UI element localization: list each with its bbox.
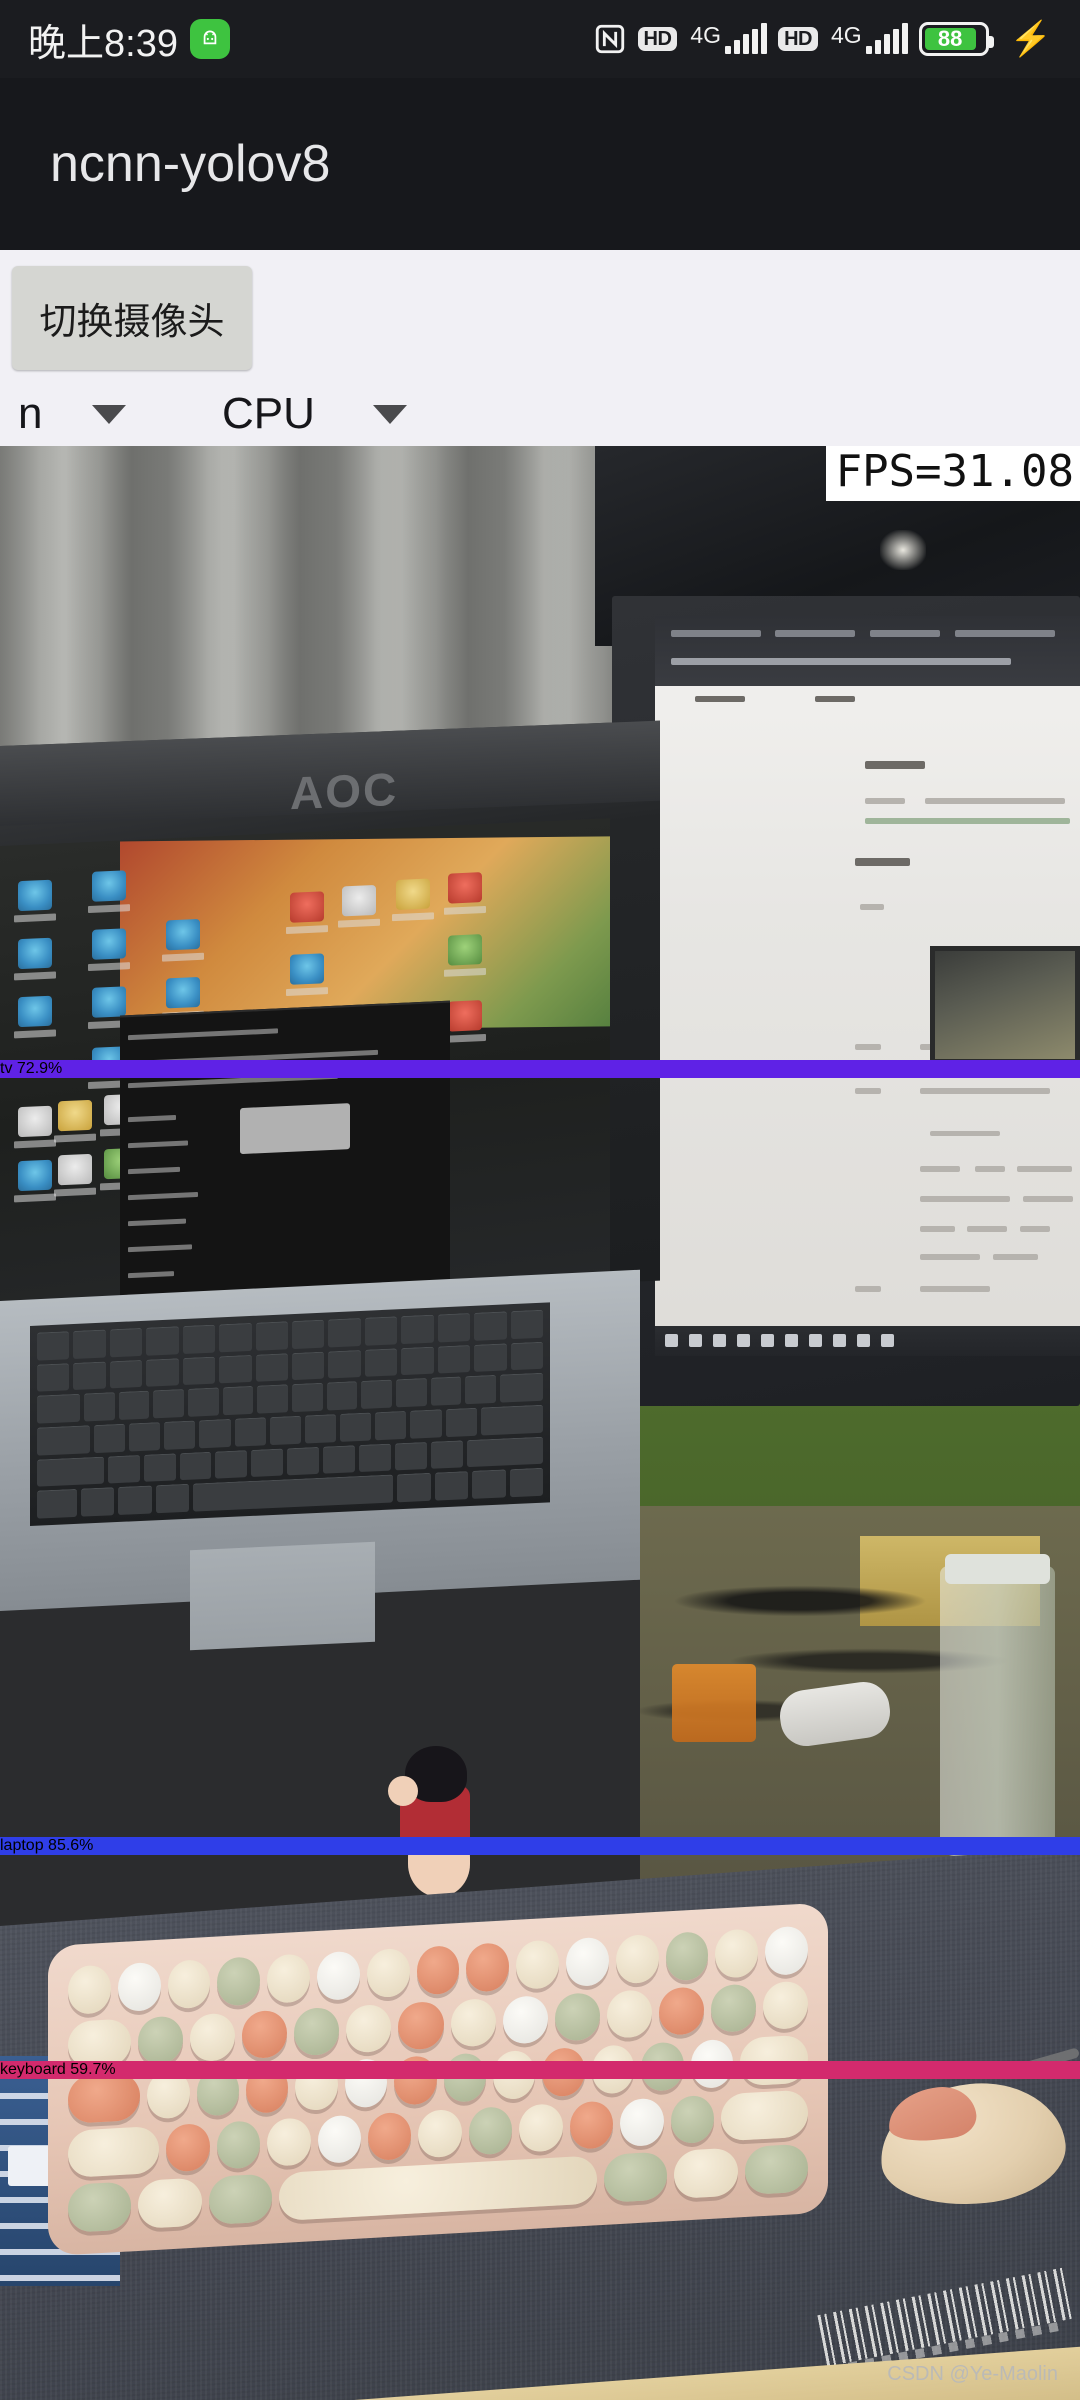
detection-label: laptop 85.6% [0, 1837, 1080, 1855]
detection-label: tv 72.9% [0, 1060, 1080, 1078]
status-bar: 晚上8:39 HD 4G HD 4G 88 ⚡ [0, 0, 1080, 78]
network-type-sim1: 4G [690, 22, 722, 48]
signal-bars-sim1 [725, 23, 768, 54]
device-spinner-value: CPU [222, 389, 315, 438]
controls-bar: 切换摄像头 n CPU [0, 250, 1080, 446]
phone-screen: 晚上8:39 HD 4G HD 4G 88 ⚡ ncnn-yolov8 切换摄像… [0, 0, 1080, 2400]
chevron-down-icon [372, 404, 407, 424]
battery-icon: 88 [918, 22, 994, 56]
fps-counter: FPS=31.08 [825, 446, 1080, 501]
detection-box [0, 1078, 638, 1837]
clock: 晚上8:39 [28, 22, 178, 65]
charging-bolt-icon: ⚡ [1009, 20, 1052, 58]
hd-badge-sim1: HD [637, 27, 678, 51]
android-robot-icon [189, 19, 230, 59]
device-spinner[interactable]: CPU [222, 386, 407, 442]
signal-sim2: 4G [829, 22, 908, 54]
signal-bars-sim2 [865, 23, 908, 54]
page-title: ncnn-yolov8 [50, 135, 331, 193]
camera-preview[interactable]: AOC FPS=31.08 tv 72.9% laptop 85.6% keyb… [0, 446, 1080, 2400]
detection-list: tv 72.9%laptop 85.6%keyboard 59.7%keyboa… [0, 446, 1080, 2400]
nfc-icon [593, 22, 627, 56]
model-spinner[interactable]: n [18, 386, 127, 442]
detection-box [0, 446, 470, 1060]
battery-level-label: 88 [937, 26, 963, 51]
app-title-bar: ncnn-yolov8 [0, 78, 1080, 250]
hd-badge-sim2: HD [778, 27, 818, 51]
detection-label: keyboard 59.7% [0, 2061, 1080, 2079]
detection-overlay: FPS=31.08 tv 72.9% laptop 85.6% keyboard 5… [0, 446, 1080, 2400]
detection-box [0, 2079, 789, 2400]
chevron-down-icon [92, 404, 127, 424]
model-spinner-value: n [18, 389, 43, 438]
status-bar-right: HD 4G HD 4G 88 ⚡ [593, 20, 1052, 58]
detection-box [0, 1855, 533, 2061]
signal-sim1: 4G [688, 22, 768, 54]
switch-camera-button[interactable]: 切换摄像头 [12, 266, 252, 370]
watermark: CSDN @Ye-Maolin [887, 2363, 1058, 2385]
battery-fill: 88 [924, 26, 976, 51]
status-bar-left: 晚上8:39 [28, 12, 230, 67]
network-type-sim2: 4G [830, 22, 862, 48]
